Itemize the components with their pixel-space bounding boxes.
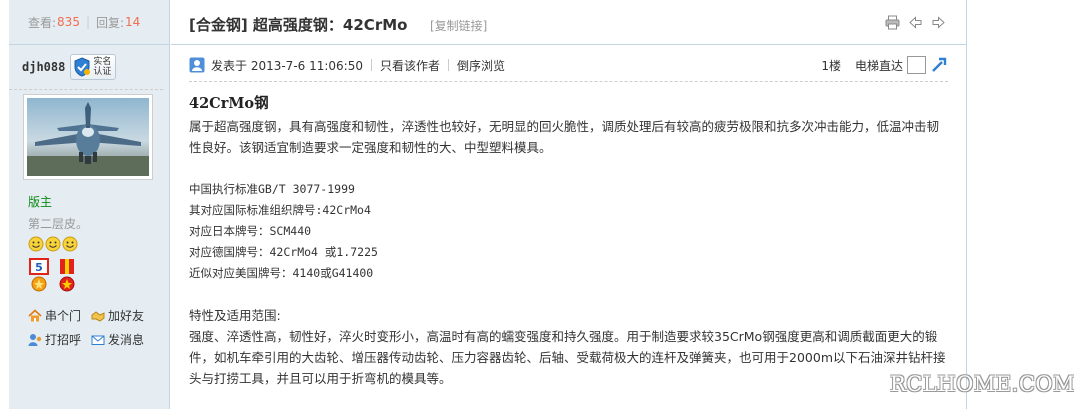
print-icon[interactable]: [885, 15, 900, 30]
divider: [189, 81, 948, 82]
post-icon: [189, 57, 205, 73]
avatar-jet-image: [27, 98, 149, 176]
medal-icon[interactable]: [56, 258, 78, 294]
standard-jp: 对应日本牌号：SCM440: [189, 224, 312, 238]
user-role[interactable]: 版主: [28, 193, 52, 210]
user-links: 串个门 加好友 打招呼 发消息: [28, 307, 144, 355]
post-main: [合金钢] 超高强度钢：42CrMo [复制链接] 发表于 2013-7-6 1…: [171, 0, 967, 409]
views-label: 查看:: [28, 15, 57, 30]
thread-tools: [885, 15, 946, 30]
features-title: 特性及适用范围:: [189, 308, 281, 323]
thread-stats: 查看: 835 | 回复: 14: [9, 0, 169, 45]
thread-title-bar: [合金钢] 超高强度钢：42CrMo [复制链接]: [171, 0, 966, 45]
standard-us: 近似对应美国牌号：4140或G41400: [189, 266, 374, 280]
views-count: 835: [57, 15, 80, 29]
divider: [448, 59, 450, 71]
svg-text:5: 5: [35, 261, 43, 274]
rank-icons: [28, 236, 78, 252]
site-watermark: RCLHOME.COM: [890, 372, 1074, 396]
home-icon: [28, 308, 42, 321]
mail-icon: [91, 335, 105, 345]
smiley-icon: [45, 236, 61, 252]
smiley-icon: [62, 236, 78, 252]
floor-jump-input[interactable]: [907, 56, 926, 74]
features-text: 强度、淬透性高，韧性好，淬火时变形小，高温时有高的蠕变强度和持久强度。用于制造要…: [189, 329, 946, 386]
avatar[interactable]: [23, 94, 153, 180]
standard-intl: 其对应国际标准组织牌号:42CrMo4: [189, 203, 371, 217]
floor-number[interactable]: 1楼: [821, 57, 841, 74]
visit-link[interactable]: 串个门: [28, 307, 81, 324]
only-author-link[interactable]: 只看该作者: [380, 57, 440, 74]
floor-tools: 1楼 电梯直达: [821, 56, 948, 74]
post-info-bar: 发表于 2013-7-6 11:06:50 只看该作者 倒序浏览 1楼 电梯直达: [189, 56, 948, 74]
smiley-icon: [28, 236, 44, 252]
thread-title: [合金钢] 超高强度钢：42CrMo: [189, 16, 408, 34]
reverse-order-link[interactable]: 倒序浏览: [457, 57, 505, 74]
message-link[interactable]: 发消息: [91, 331, 144, 348]
post-intro: 属于超高强度钢，具有高强度和韧性，淬透性也较好，无明显的回火脆性，调质处理后有较…: [189, 119, 940, 155]
medals: 5: [28, 258, 78, 294]
post-content: 42CrMo钢 属于超高强度钢，具有高强度和韧性，淬透性也较好，无明显的回火脆性…: [189, 93, 949, 389]
shield-icon: [74, 57, 91, 77]
divider: [371, 59, 372, 71]
standard-cn: 中国执行标准GB/T 3077-1999: [189, 182, 355, 196]
replies-label: 回复:: [96, 15, 125, 30]
jump-icon[interactable]: [930, 56, 948, 74]
copy-link[interactable]: [复制链接]: [430, 17, 487, 34]
author-row: djh088 实名 认证: [9, 45, 163, 90]
next-icon[interactable]: [931, 15, 946, 30]
medal-icon[interactable]: 5: [28, 258, 50, 294]
author-sidebar: 查看: 835 | 回复: 14 djh088 实名 认证 版主 第二层皮。 5…: [9, 0, 170, 409]
add-friend-link[interactable]: 加好友: [91, 307, 144, 324]
floor-jump-label: 电梯直达: [854, 58, 903, 73]
post-heading: 42CrMo钢: [189, 95, 269, 112]
user-signature: 第二层皮。: [28, 217, 89, 231]
verified-badge[interactable]: 实名 认证: [70, 54, 117, 80]
post-time: 发表于 2013-7-6 11:06:50: [211, 58, 363, 73]
greet-link[interactable]: 打招呼: [28, 331, 81, 348]
author-name[interactable]: djh088: [22, 60, 65, 74]
handshake-icon: [91, 310, 105, 322]
stats-divider: |: [85, 15, 90, 29]
greet-icon: [28, 333, 42, 346]
prev-icon[interactable]: [908, 15, 923, 30]
verified-text: 实名 认证: [93, 57, 112, 77]
standard-de: 对应德国牌号：42CrMo4 或1.7225: [189, 245, 378, 259]
replies-count: 14: [125, 15, 141, 29]
